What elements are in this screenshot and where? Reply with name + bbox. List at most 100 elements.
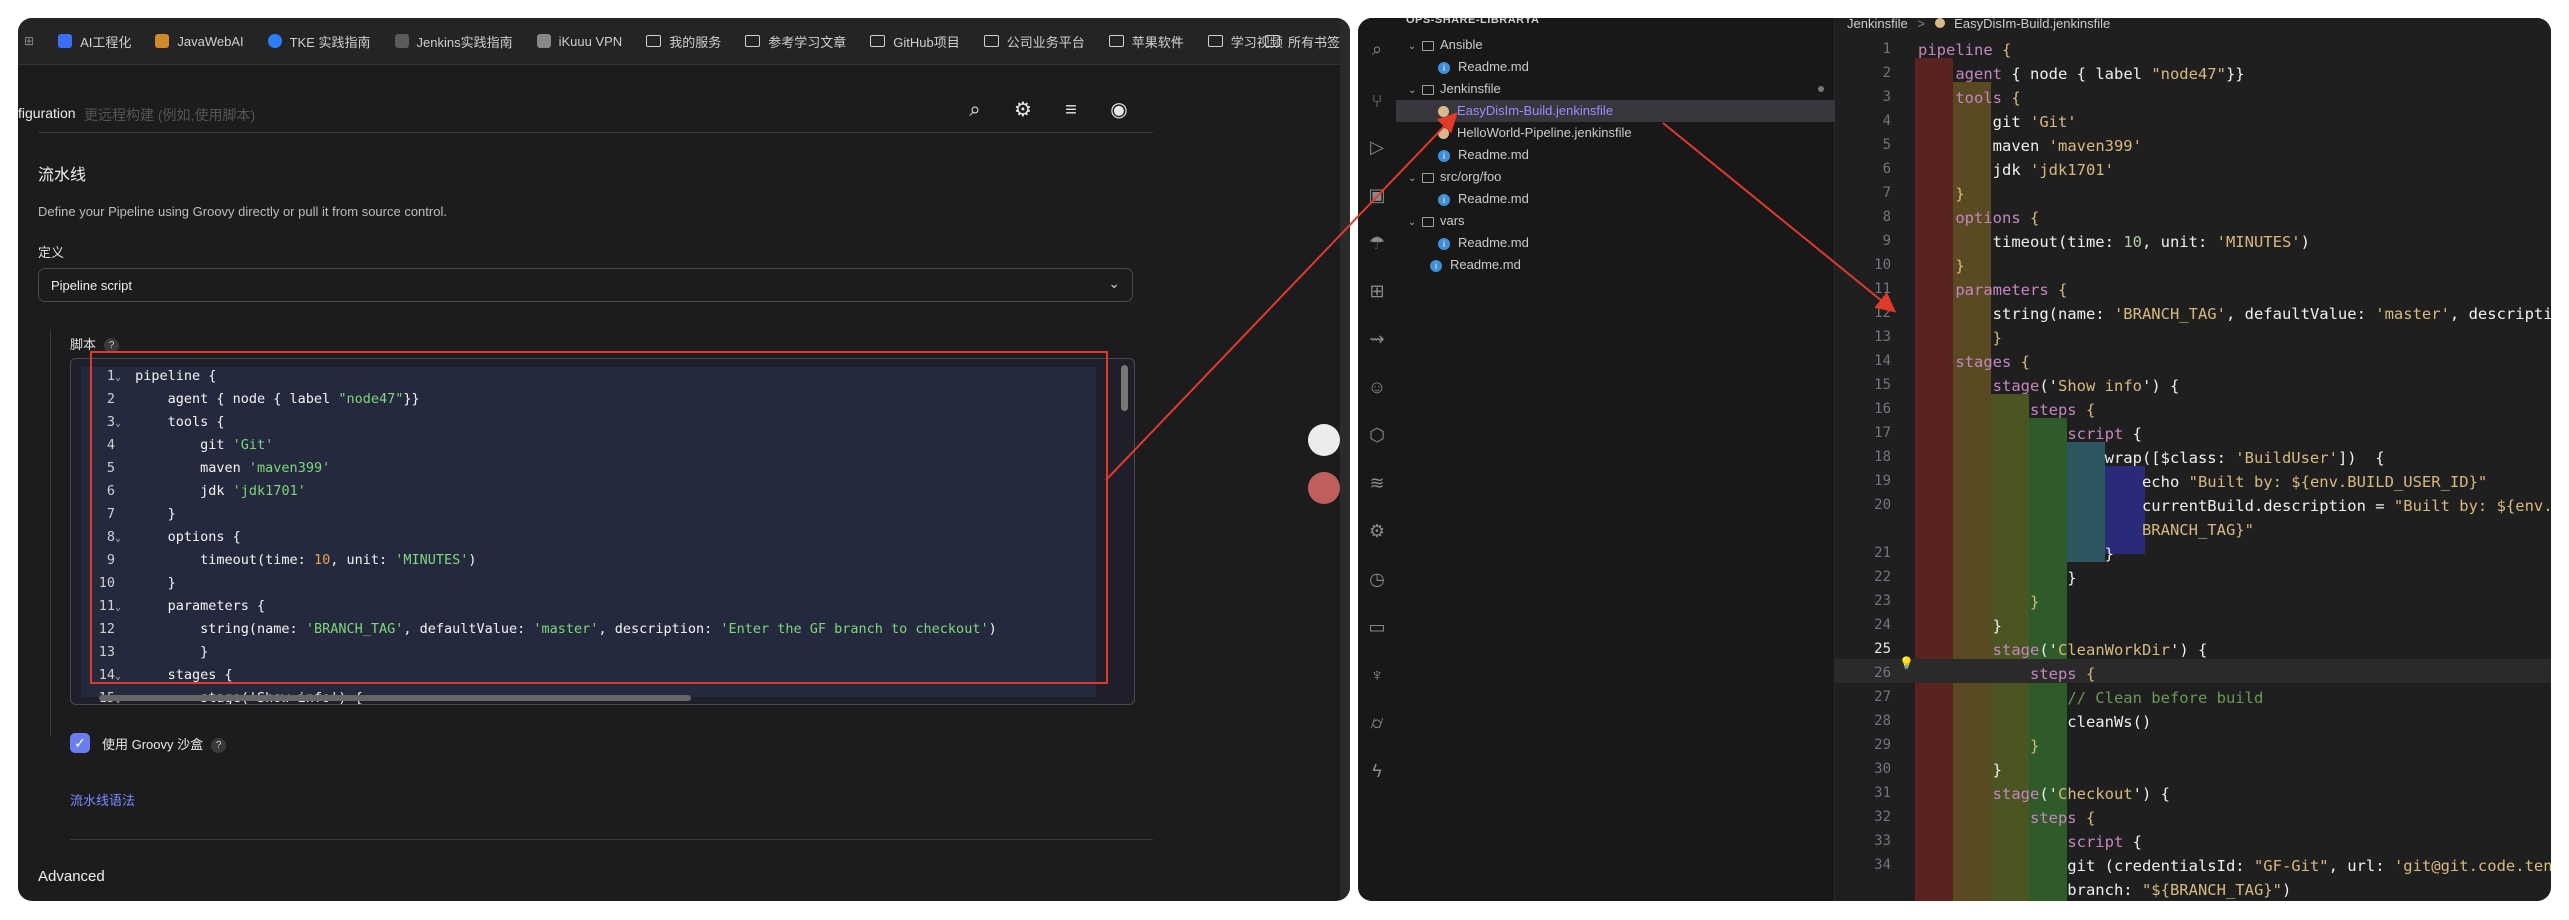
vscode-window: ⌕ ⑂ ▷ ▣ ☂ ⊞ ⇝ ☺ ⬡ ≋ ⚙ ◷ ▭ ♆ ⌭ ϟ OPS-SHAR…: [1358, 18, 2551, 901]
code-line: stage('Show info') {: [1992, 377, 2180, 395]
remote-icon[interactable]: ▣: [1366, 184, 1388, 206]
code-line: }: [1955, 185, 1965, 203]
page-scrollbar[interactable]: [1340, 18, 1350, 901]
advanced-section[interactable]: Advanced: [38, 868, 105, 885]
user-icon[interactable]: ◉: [1108, 99, 1130, 121]
bookmark-tke[interactable]: TKE 实践指南: [267, 32, 371, 51]
breadcrumb-file[interactable]: EasyDisIm-Build.jenkinsfile: [1954, 18, 2110, 31]
tree-file-easydisim-build[interactable]: EasyDisIm-Build.jenkinsfileU: [1396, 100, 1876, 122]
bookmark-folder-company[interactable]: 公司业务平台: [983, 32, 1085, 51]
code-line: wrap([$class: 'BuildUser']) {: [1918, 449, 2385, 467]
editor-scrollbar-vertical[interactable]: [1121, 365, 1128, 411]
line-number: 29: [1874, 737, 1891, 753]
modified-dot: [1818, 86, 1824, 92]
line-number: 7: [1882, 185, 1891, 201]
run-debug-icon[interactable]: ▷: [1366, 136, 1388, 158]
gear-icon[interactable]: ⚙: [1012, 99, 1034, 121]
line-number: 32: [1874, 809, 1891, 825]
gear-icon[interactable]: ⚙: [1366, 520, 1388, 542]
folder-icon[interactable]: ▭: [1366, 616, 1388, 638]
info-icon: i: [1438, 237, 1450, 250]
tree-file-readme[interactable]: i Readme.md: [1396, 188, 1876, 210]
breadcrumb[interactable]: figuration: [18, 105, 76, 121]
tree-file-readme[interactable]: i Readme.md: [1396, 144, 1876, 166]
bookmark-javawebai[interactable]: JavaWebAI: [155, 34, 244, 49]
assistant-float-icon[interactable]: [1308, 472, 1340, 504]
tree-file-helloworld-pipeline[interactable]: HelloWorld-Pipeline.jenkinsfile: [1396, 122, 1876, 144]
code-line: steps {: [2029, 809, 2096, 827]
code-line: }: [1918, 569, 2077, 587]
sandbox-checkbox[interactable]: ✓: [70, 733, 90, 753]
line-number: 3: [1882, 89, 1891, 105]
code-editor[interactable]: Jenkinsfile > EasyDisIm-Build.jenkinsfil…: [1835, 18, 2551, 901]
line-number: 9: [1882, 233, 1891, 249]
bookmarks-more-button[interactable]: »: [1172, 32, 1180, 48]
translate-float-icon[interactable]: [1308, 424, 1340, 456]
sandbox-label: 使用 Groovy 沙盒?: [102, 734, 227, 754]
python-icon[interactable]: ♆: [1366, 664, 1388, 686]
robot-icon[interactable]: ☺: [1366, 376, 1388, 398]
lightbulb-icon[interactable]: 💡: [1899, 656, 1914, 670]
line-number: 1: [1882, 41, 1891, 57]
bookmark-vpn[interactable]: iKuuu VPN: [536, 34, 622, 49]
source-control-icon[interactable]: ⑂: [1366, 90, 1388, 112]
cylinder-icon[interactable]: ⌭: [1366, 712, 1388, 734]
help-icon[interactable]: ?: [211, 738, 227, 754]
line-number: 34: [1874, 857, 1891, 873]
bookmark-jenkins[interactable]: Jenkins实践指南: [394, 32, 513, 51]
tree-folder-src-org-foo[interactable]: ⌄ src/org/foo: [1396, 166, 1846, 188]
definition-select-value: Pipeline script: [51, 278, 132, 293]
code-line: }: [1955, 257, 1965, 275]
tree-file-readme[interactable]: i Readme.md: [1396, 232, 1876, 254]
tree-folder-ansible[interactable]: ⌄ Ansible: [1396, 34, 1846, 56]
bookmark-folder-articles[interactable]: 参考学习文章: [745, 32, 846, 51]
tree-file-readme[interactable]: i Readme.md: [1396, 56, 1876, 78]
line-number: 21: [1874, 545, 1891, 561]
tree-folder-jenkinsfile[interactable]: ⌄ Jenkinsfile: [1396, 78, 1846, 100]
code-line: }: [1918, 545, 2114, 563]
database-icon[interactable]: ≋: [1366, 472, 1388, 494]
bookmark-ai[interactable]: AI工程化: [58, 32, 131, 51]
chevron-down-icon: ⌄: [1408, 41, 1417, 52]
bookmark-overflow-icon[interactable]: ⊞: [24, 34, 34, 48]
editor-breadcrumb: Jenkinsfile > EasyDisIm-Build.jenkinsfil…: [1847, 18, 2110, 31]
definition-select[interactable]: Pipeline script ⌄: [38, 268, 1133, 302]
chevron-down-icon: ⌄: [1108, 275, 1120, 291]
extensions-icon[interactable]: ⊞: [1366, 280, 1388, 302]
activity-bar: ⌕ ⑂ ▷ ▣ ☂ ⊞ ⇝ ☺ ⬡ ≋ ⚙ ◷ ▭ ♆ ⌭ ϟ: [1358, 18, 1396, 901]
line-number: 10: [1874, 257, 1891, 273]
java-icon: [155, 34, 170, 48]
tke-icon: [267, 34, 282, 48]
search-icon[interactable]: ⌕: [964, 99, 986, 121]
code-line: pipeline {: [1918, 41, 2012, 59]
code-line: }: [1918, 617, 2002, 635]
timeline-icon[interactable]: ◷: [1366, 568, 1388, 590]
chevron-down-icon: ⌄: [1408, 217, 1417, 228]
pipeline-syntax-link[interactable]: 流水线语法: [70, 790, 135, 809]
bolt-icon[interactable]: ϟ: [1366, 760, 1388, 782]
bookmark-folder-github[interactable]: GitHub项目: [870, 32, 960, 51]
flow-icon[interactable]: ⇝: [1366, 328, 1388, 350]
code-line: currentBuild.description = "Built by: ${…: [1918, 497, 2551, 515]
info-icon: i: [1438, 149, 1450, 162]
docker-icon[interactable]: ☂: [1366, 232, 1388, 254]
breadcrumb-folder[interactable]: Jenkinsfile: [1847, 18, 1908, 31]
menu-icon[interactable]: ≡: [1060, 99, 1082, 121]
tree-file-readme-root[interactable]: i Readme.md: [1396, 254, 1868, 276]
all-bookmarks-button[interactable]: 所有书签: [1264, 18, 1340, 64]
pipeline-section-title: 流水线: [38, 167, 87, 184]
tree-folder-vars[interactable]: ⌄ vars: [1396, 210, 1846, 232]
code-line: cleanWs(): [1918, 713, 2152, 731]
code-line: options {: [1955, 209, 2040, 227]
code-line: steps {: [2029, 401, 2096, 419]
box-icon[interactable]: ⬡: [1366, 424, 1388, 446]
search-icon[interactable]: ⌕: [1366, 38, 1388, 60]
editor-scrollbar-horizontal[interactable]: [99, 695, 691, 701]
line-number: 27: [1874, 689, 1891, 705]
line-number: 8: [1882, 209, 1891, 225]
line-number: 28: [1874, 713, 1891, 729]
ai-icon: [58, 34, 73, 48]
bookmark-folder-services[interactable]: 我的服务: [646, 32, 721, 51]
line-number: 22: [1874, 569, 1891, 585]
code-line: jdk 'jdk1701': [1918, 161, 2114, 179]
